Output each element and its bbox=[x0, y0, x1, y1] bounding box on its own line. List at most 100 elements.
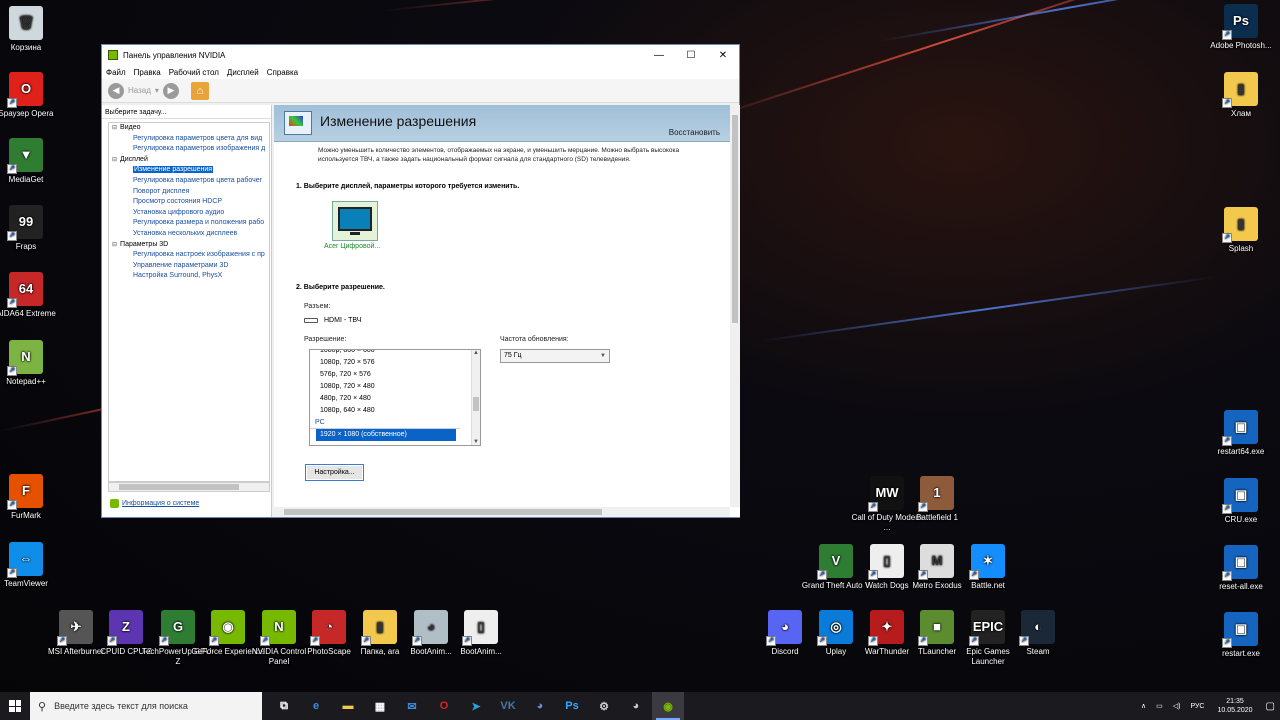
volume-icon[interactable]: ◁) bbox=[1173, 702, 1181, 710]
display-name[interactable]: Acer Цифровой... bbox=[324, 243, 380, 250]
back-label[interactable]: Назад bbox=[128, 86, 151, 95]
forward-arrow-icon[interactable]: ▶ bbox=[162, 82, 179, 99]
resolution-list-scrollbar[interactable]: ▲ ▼ bbox=[471, 350, 480, 445]
tree-item[interactable]: Регулировка параметров изображения д bbox=[109, 144, 269, 155]
customize-button[interactable]: Настройка... bbox=[305, 464, 364, 481]
vk-icon[interactable]: VK bbox=[492, 692, 524, 720]
scroll-thumb[interactable] bbox=[732, 115, 738, 323]
opera-icon[interactable]: O bbox=[428, 692, 460, 720]
desktop-icon-restart[interactable]: ▣ ↗ restart.exe bbox=[1203, 612, 1279, 659]
maximize-icon[interactable]: ☐ bbox=[675, 50, 707, 61]
store-icon[interactable]: ▦ bbox=[364, 692, 396, 720]
menu-desktop[interactable]: Рабочий стол bbox=[169, 68, 219, 77]
desktop-icon-steam[interactable]: ◐ ↗ Steam bbox=[1000, 610, 1076, 657]
notifications-icon[interactable]: ▢ bbox=[1266, 701, 1275, 712]
tree-item[interactable]: Настройка Surround, PhysX bbox=[109, 271, 269, 282]
desktop-icon-furmark[interactable]: F ↗ FurMark bbox=[0, 474, 64, 521]
taskbar-search[interactable]: ⚲ Введите здесь текст для поиска bbox=[30, 692, 262, 720]
tree-item[interactable]: Поворот дисплея bbox=[109, 187, 269, 198]
photoshop-icon[interactable]: Ps bbox=[556, 692, 588, 720]
tree-label: Регулировка параметров цвета рабочег bbox=[133, 176, 263, 184]
task-tree[interactable]: Видео Регулировка параметров цвета для ви… bbox=[108, 122, 270, 482]
desktop-icon-notepad[interactable]: N ↗ Notepad++ bbox=[0, 340, 64, 387]
resolution-option[interactable]: 1080p, 720 × 480 bbox=[310, 381, 480, 393]
language-indicator[interactable]: РУС bbox=[1190, 703, 1204, 710]
scroll-thumb[interactable] bbox=[284, 509, 602, 515]
content-horizontal-scrollbar[interactable] bbox=[274, 507, 730, 517]
start-button[interactable] bbox=[0, 692, 30, 720]
shortcut-arrow-icon: ↗ bbox=[918, 502, 928, 512]
tree-label: Установка цифрового аудио bbox=[133, 208, 225, 216]
desktop-icon-ps[interactable]: Ps ↗ Adobe Photosh... bbox=[1203, 4, 1279, 51]
scroll-thumb[interactable] bbox=[473, 397, 479, 411]
resolution-option[interactable]: 1080p, 800 × 600 bbox=[310, 350, 480, 357]
task-view-icon[interactable]: ⧉ bbox=[268, 692, 300, 720]
resolution-list[interactable]: 1080p, 800 × 600 1080p, 720 × 576 576p, 72… bbox=[309, 349, 481, 446]
tree-item[interactable]: Регулировка настроек изображения с пр bbox=[109, 250, 269, 261]
desktop-icon-resetall[interactable]: ▣ ↗ reset-all.exe bbox=[1203, 545, 1279, 592]
desktop-icon-bf1[interactable]: 1 ↗ Battlefield 1 bbox=[899, 476, 975, 523]
tree-item[interactable]: Просмотр состояния HDCP bbox=[109, 197, 269, 208]
tree-item[interactable]: Изменение разрешения bbox=[109, 165, 269, 176]
minimize-icon[interactable]: — bbox=[643, 50, 675, 61]
resolution-option[interactable]: 1080p, 640 × 480 bbox=[310, 405, 480, 417]
refresh-rate-select[interactable]: 75 Гц ▼ bbox=[500, 349, 610, 363]
tree-item[interactable]: Регулировка размера и положения рабо bbox=[109, 218, 269, 229]
resolution-option[interactable]: 1920 × 1080 (собственное) bbox=[316, 429, 456, 441]
display-selector[interactable] bbox=[332, 201, 378, 241]
network-icon[interactable]: ▭ bbox=[1156, 702, 1163, 710]
desktop-icon-fraps[interactable]: 99 ↗ Fraps bbox=[0, 205, 64, 252]
resolution-option[interactable]: 1080p, 720 × 576 bbox=[310, 357, 480, 369]
tree-category[interactable]: Видео bbox=[109, 123, 269, 134]
discord-icon[interactable]: ◕ bbox=[524, 692, 556, 720]
desktop-icon-cru[interactable]: ▣ ↗ CRU.exe bbox=[1203, 478, 1279, 525]
desktop-icon-bootanim2[interactable]: ▯ ↗ BootAnim... bbox=[443, 610, 519, 657]
tree-item[interactable]: Регулировка параметров цвета рабочег bbox=[109, 176, 269, 187]
nvidia-control-panel-window[interactable]: Панель управления NVIDIA — ☐ ✕ Файл Прав… bbox=[101, 44, 740, 518]
chevron-down-icon[interactable]: ▾ bbox=[155, 86, 159, 95]
content-vertical-scrollbar[interactable] bbox=[730, 105, 740, 507]
home-icon[interactable]: ⌂ bbox=[190, 81, 209, 100]
desktop-icon-splash[interactable]: ▮ ↗ Splash bbox=[1203, 207, 1279, 254]
scroll-down-icon[interactable]: ▼ bbox=[473, 439, 479, 445]
scroll-up-icon[interactable]: ▲ bbox=[473, 350, 479, 356]
desktop-icon-recycle[interactable]: 🗑 Корзина bbox=[0, 6, 64, 53]
chevron-up-icon[interactable]: ∧ bbox=[1141, 702, 1146, 710]
desktop-icon-battlenet[interactable]: ✶ ↗ Battle.net bbox=[950, 544, 1026, 591]
mail-icon[interactable]: ✉ bbox=[396, 692, 428, 720]
tree-item[interactable]: Установка цифрового аудио bbox=[109, 208, 269, 219]
tree-horizontal-scrollbar[interactable] bbox=[108, 482, 270, 492]
tree-item[interactable]: Регулировка параметров цвета для вид bbox=[109, 134, 269, 145]
close-icon[interactable]: ✕ bbox=[707, 50, 739, 61]
settings-icon[interactable]: ⚙ bbox=[588, 692, 620, 720]
restore-link[interactable]: Восстановить bbox=[669, 128, 720, 137]
explorer-icon[interactable]: ▬ bbox=[332, 692, 364, 720]
title-bar[interactable]: Панель управления NVIDIA — ☐ ✕ bbox=[102, 45, 739, 65]
edge-icon[interactable]: e bbox=[300, 692, 332, 720]
fraps-icon: 99 ↗ bbox=[7, 205, 43, 241]
menu-display[interactable]: Дисплей bbox=[227, 68, 259, 77]
scroll-thumb[interactable] bbox=[119, 484, 239, 490]
clock[interactable]: 21:35 10.05.2020 bbox=[1218, 697, 1253, 715]
tree-category[interactable]: Параметры 3D bbox=[109, 240, 269, 251]
telegram-icon[interactable]: ➤ bbox=[460, 692, 492, 720]
tree-item[interactable]: Установка нескольких дисплеев bbox=[109, 229, 269, 240]
back-arrow-icon[interactable]: ◀ bbox=[108, 82, 124, 99]
resolution-option[interactable]: 480p, 720 × 480 bbox=[310, 393, 480, 405]
bootanim-icon[interactable]: ◕ bbox=[620, 692, 652, 720]
resolution-option[interactable]: 576p, 720 × 576 bbox=[310, 369, 480, 381]
menu-file[interactable]: Файл bbox=[106, 68, 126, 77]
desktop-icon-restart64[interactable]: ▣ ↗ restart64.exe bbox=[1203, 410, 1279, 457]
desktop-icon-mediaget[interactable]: ▼ ↗ MediaGet bbox=[0, 138, 64, 185]
nvidia-taskbar-icon[interactable]: ◉ bbox=[652, 692, 684, 720]
desktop-icon-teamviewer[interactable]: ⇔ ↗ TeamViewer bbox=[0, 542, 64, 589]
tree-item[interactable]: Управление параметрами 3D bbox=[109, 261, 269, 272]
desktop-icon-hlam[interactable]: ▮ ↗ Хлам bbox=[1203, 72, 1279, 119]
tree-category[interactable]: Дисплей bbox=[109, 155, 269, 166]
menu-help[interactable]: Справка bbox=[267, 68, 298, 77]
menu-edit[interactable]: Правка bbox=[134, 68, 161, 77]
system-info-link[interactable]: Информация о системе bbox=[110, 499, 199, 508]
tree-label: Поворот дисплея bbox=[133, 187, 190, 195]
desktop-icon-opera[interactable]: O ↗ Браузер Opera bbox=[0, 72, 64, 119]
desktop-icon-aida[interactable]: 64 ↗ AIDA64 Extreme bbox=[0, 272, 64, 319]
